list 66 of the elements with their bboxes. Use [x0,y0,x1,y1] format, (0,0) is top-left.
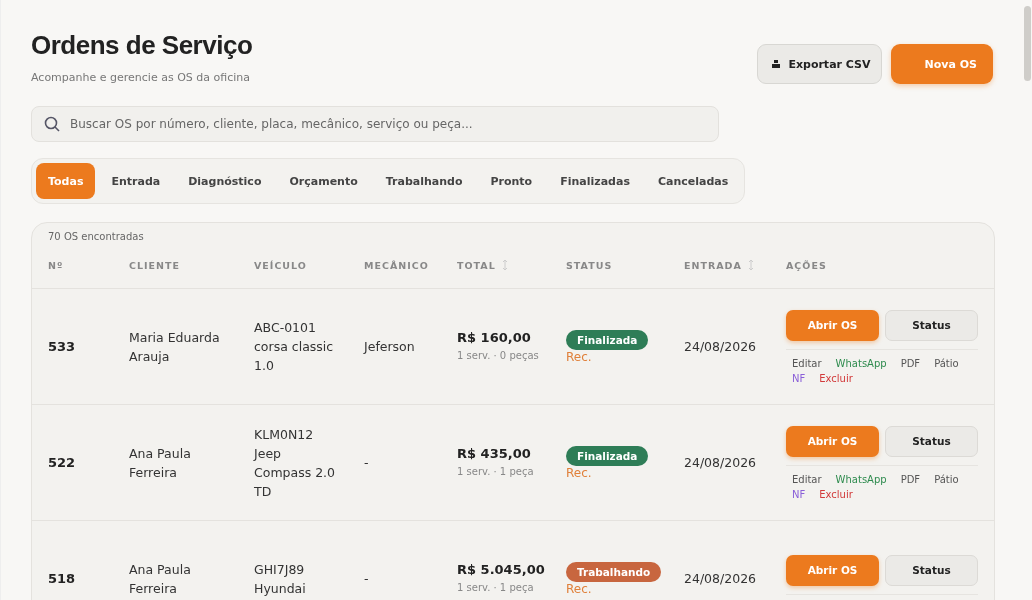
vehicle-info: KLM0N12 Jeep Compass 2.0 TD [254,425,337,501]
action-link[interactable]: Excluir [819,488,853,500]
total-amount: R$ 435,00 [457,446,532,461]
action-link[interactable]: WhatsApp [835,473,887,485]
filter-tab[interactable]: Orçamento [277,163,370,199]
column-header: VEÍCULO [254,259,307,271]
search-icon [44,116,60,132]
column-header: STATUS [566,259,613,271]
result-count: 70 OS encontradas [47,231,145,242]
action-link[interactable]: Editar [792,473,822,485]
client-name: Ana Paula Ferreira [129,560,192,598]
mechanic-name: - [364,454,370,472]
mechanic-name: Jeferson [364,338,416,356]
search-field[interactable]: Buscar OS por número, cliente, placa, mecânico, serviço ou peça... [31,106,719,142]
filter-tab[interactable]: Pronto [478,163,545,199]
status-button[interactable]: Status [885,554,978,586]
entry-date: 24/08/2026 [684,338,758,356]
total-amount: R$ 160,00 [457,330,532,345]
status-badge: Finalizada [566,330,649,350]
action-link[interactable]: Editar [792,357,822,369]
order-number: 522 [48,455,77,470]
filter-tab[interactable]: Canceladas [645,163,741,199]
vehicle-info: GHI7J89 Hyundai [254,560,307,598]
scrollbar-thumb[interactable] [1024,6,1031,81]
filter-tab[interactable]: Finalizadas [548,163,642,199]
mechanic-name: - [364,570,370,588]
status-badge: Finalizada [566,446,649,466]
action-link[interactable]: NF [792,488,806,500]
column-header: TOTAL [457,259,496,271]
order-number: 533 [48,339,77,354]
action-link[interactable]: Pátio [934,473,959,485]
receipt-note: Rec. [566,350,593,364]
column-header: CLIENTE [129,259,180,271]
entry-date: 24/08/2026 [684,570,758,588]
action-link[interactable]: Excluir [819,372,853,384]
vehicle-info: ABC-0101 corsa classic 1.0 [254,319,335,375]
column-header: Nº [48,259,64,271]
item-count: 1 serv. · 0 peças [457,349,540,363]
entry-date: 24/08/2026 [684,454,758,472]
column-header: AÇÕES [786,259,827,271]
status-badge: Trabalhando [566,562,662,582]
item-count: 1 serv. · 1 peça [457,581,535,595]
action-link[interactable]: Pátio [934,357,959,369]
receipt-note: Rec. [566,466,593,480]
search-input[interactable]: Buscar OS por número, cliente, placa, mecânico, serviço ou peça... [70,109,718,139]
order-number: 518 [48,571,77,586]
tray-icon [770,59,783,69]
action-link[interactable]: WhatsApp [835,357,887,369]
export-button[interactable]: Exportar CSV [757,44,882,84]
receipt-note: Rec. [566,582,593,596]
action-link[interactable]: NF [792,372,806,384]
client-name: Ana Paula Ferreira [129,444,192,482]
action-link[interactable]: PDF [900,473,921,485]
column-header: ENTRADA [684,259,742,271]
item-count: 1 serv. · 1 peça [457,465,535,479]
action-link[interactable]: PDF [900,357,921,369]
filter-tab[interactable]: Entrada [99,163,173,199]
page-subtitle: Acompanhe e gerencie as OS da oficina [31,71,251,84]
filter-tab[interactable]: Diagnóstico [176,163,274,199]
status-button[interactable]: Status [885,309,978,341]
page-title: Ordens de Serviço [31,30,253,61]
client-name: Maria Eduarda Arauja [129,328,221,366]
status-button[interactable]: Status [885,425,978,457]
filter-tab[interactable]: Trabalhando [373,163,475,199]
total-amount: R$ 5.045,00 [457,562,546,577]
column-header: MECÂNICO [364,259,429,271]
